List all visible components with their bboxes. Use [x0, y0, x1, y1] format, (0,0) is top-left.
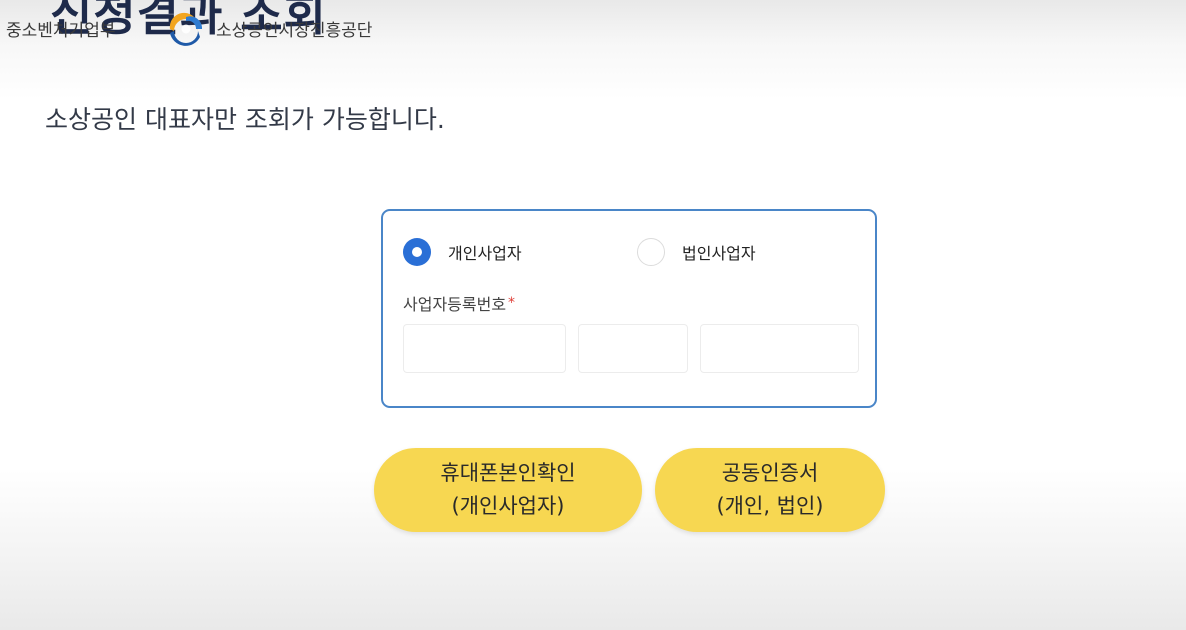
registration-number-label-text: 사업자등록번호: [403, 295, 507, 314]
radio-individual-business[interactable]: 개인사업자: [403, 237, 522, 267]
mobile-verification-label: 휴대폰본인확인: [440, 461, 576, 485]
registration-number-part-2[interactable]: [578, 324, 688, 373]
radio-checked-icon[interactable]: [403, 238, 431, 266]
radio-corporate-business[interactable]: 법인사업자: [637, 237, 756, 267]
ministry-name: 중소벤처기업부: [6, 21, 116, 41]
registration-number-part-1[interactable]: [403, 324, 566, 373]
joint-certificate-button[interactable]: 공동인증서 (개인, 법인): [655, 448, 885, 532]
agency-name: 소상공인시장진흥공단: [216, 21, 373, 41]
top-banner: 신청결과 조회 중소벤처기업부 소상공인시장진흥공단: [0, 0, 1186, 100]
radio-individual-label: 개인사업자: [448, 244, 522, 263]
mobile-phone-verification-button[interactable]: 휴대폰본인확인 (개인사업자): [374, 448, 642, 532]
radio-unchecked-icon[interactable]: [637, 238, 665, 266]
required-mark: *: [508, 295, 516, 311]
mobile-verification-sublabel: (개인사업자): [451, 494, 565, 518]
joint-certificate-sublabel: (개인, 법인): [716, 494, 824, 518]
radio-corporate-label: 법인사업자: [682, 244, 756, 263]
registration-number-label: 사업자등록번호 *: [403, 291, 515, 315]
notice-text: 소상공인 대표자만 조회가 가능합니다.: [45, 105, 445, 134]
government-taegeuk-logo-icon: [169, 12, 203, 46]
joint-certificate-label: 공동인증서: [721, 461, 819, 485]
business-lookup-form: 개인사업자 법인사업자 사업자등록번호 *: [381, 209, 877, 408]
registration-number-part-3[interactable]: [700, 324, 859, 373]
